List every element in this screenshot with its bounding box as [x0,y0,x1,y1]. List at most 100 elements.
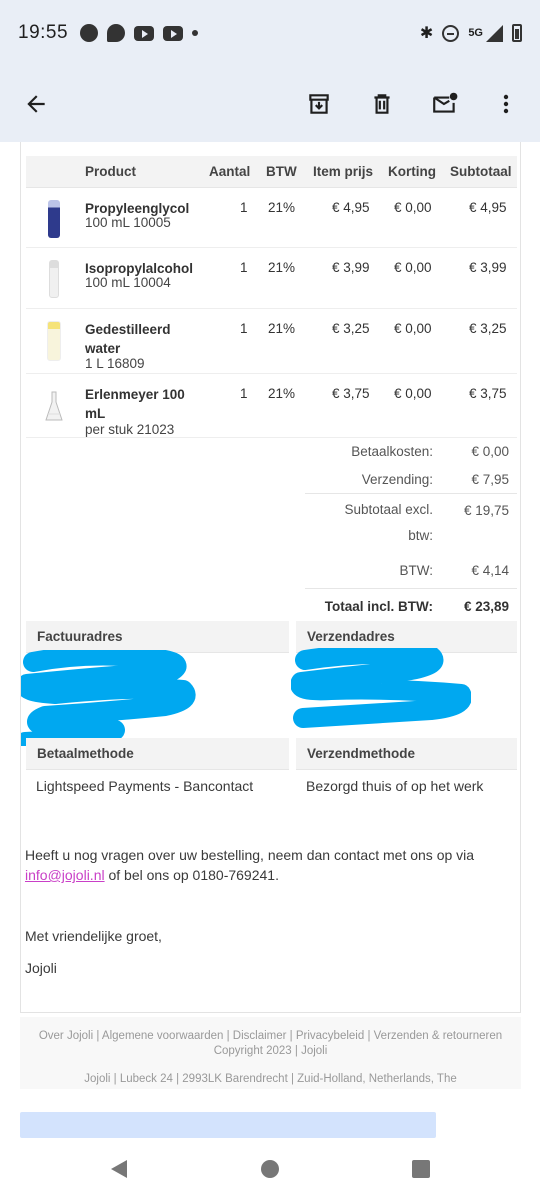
col-qty: Aantal [209,164,251,179]
col-product: Product [85,164,137,179]
product-variant: per stuk 21023 [85,422,175,437]
contact-email-link[interactable]: info@jojoli.nl [25,867,105,883]
shipping-method-heading: Verzendmethode [296,738,517,770]
item-vat: 21% [268,386,296,401]
payment-method-heading: Betaalmethode [26,738,289,770]
email-footer: Over Jojoli | Algemene voorwaarden | Dis… [20,1017,521,1089]
product-image [49,260,59,298]
nav-recents-icon[interactable] [411,1158,431,1180]
footer-link-shipping[interactable]: Verzenden & retourneren [374,1030,503,1042]
total-value: € 23,89 [463,599,509,614]
payment-method-value: Lightspeed Payments - Bancontact [36,778,254,794]
footer-link-terms[interactable]: Algemene voorwaarden [102,1030,223,1042]
dnd-icon [442,24,460,42]
system-icons: ✱ 5G [420,23,522,43]
shipping-value: € 7,95 [471,472,509,487]
item-price: € 3,75 [332,386,370,401]
footer-link-privacy[interactable]: Privacybeleid [296,1030,364,1042]
item-qty: 1 [240,260,248,275]
status-bar: 19:55 ✱ 5G [0,0,540,66]
product-variant: 1 L 16809 [85,356,145,371]
item-qty: 1 [240,386,248,401]
product-image [48,200,60,238]
table-row: Isopropylalcohol 100 mL 10004 1 21% € 3,… [26,248,517,309]
item-qty: 1 [240,321,248,336]
totals-row: Totaal incl. BTW: € 23,89 [305,588,517,622]
mark-unread-button[interactable] [425,84,465,124]
signal-icon [486,24,503,42]
messenger-icon [80,24,99,42]
bluetooth-icon: ✱ [419,25,434,42]
item-price: € 4,95 [332,200,370,215]
footer-link-about[interactable]: Over Jojoli [39,1030,93,1042]
col-subtotal: Subtotaal [450,164,512,179]
payment-costs-label: Betaalkosten: [351,444,433,459]
totals-row: Betaalkosten: € 0,00 [305,437,517,465]
table-row: Erlenmeyer 100 mL per stuk 21023 1 21% €… [26,374,517,438]
item-subtotal: € 4,95 [469,200,507,215]
questions-text: Heeft u nog vragen over uw bestelling, n… [25,845,505,885]
youtube-icon [163,25,184,41]
product-image [45,391,63,421]
back-arrow-icon [27,95,45,113]
item-vat: 21% [268,260,296,275]
item-discount: € 0,00 [394,200,432,215]
product-image [47,321,61,361]
item-price: € 3,99 [332,260,370,275]
system-nav-bar [0,1138,540,1200]
product-name: Gedestilleerd water [85,322,171,356]
back-button[interactable] [16,84,56,124]
footer-address: Jojoli | Lubeck 24 | 2993LK Barendrecht … [84,1073,457,1085]
order-table: Product Aantal BTW Item prijs Korting Su… [26,156,517,438]
questions-pre: Heeft u nog vragen over uw bestelling, n… [25,847,475,863]
shipping-label: Verzending: [361,472,433,487]
more-vert-icon [503,94,509,114]
item-vat: 21% [268,200,296,215]
email-body: Product Aantal BTW Item prijs Korting Su… [20,142,521,1013]
dot-icon [192,30,199,36]
archive-icon [309,94,329,114]
item-subtotal: € 3,75 [469,386,507,401]
product-variant: 100 mL 10005 [85,215,171,230]
battery-icon [512,24,522,42]
product-variant: 100 mL 10004 [85,275,171,290]
vat-value: € 4,14 [471,563,509,578]
questions-post: of bel ons op 0180-769241. [108,867,279,883]
item-subtotal: € 3,25 [469,321,507,336]
table-header: Product Aantal BTW Item prijs Korting Su… [26,156,517,188]
chat-icon [107,24,126,42]
item-price: € 3,25 [332,321,370,336]
item-subtotal: € 3,99 [469,260,507,275]
reply-button-bar[interactable] [20,1112,436,1138]
delete-button[interactable] [362,84,402,124]
footer-links: Over Jojoli | Algemene voorwaarden | Dis… [38,1030,503,1057]
subtotal-excl-value: € 19,75 [463,503,509,518]
youtube-icon [134,25,155,41]
status-time: 19:55 [18,22,69,43]
footer-link-disclaimer[interactable]: Disclaimer [233,1030,287,1042]
app-toolbar [0,66,540,142]
nav-home-icon[interactable] [260,1158,280,1180]
item-qty: 1 [240,200,248,215]
greeting-text: Met vriendelijke groet, [25,928,162,944]
billing-address-heading: Factuuradres [26,621,289,653]
item-discount: € 0,00 [394,321,432,336]
item-discount: € 0,00 [394,386,432,401]
item-discount: € 0,00 [394,260,432,275]
col-unit-price: Item prijs [313,164,374,179]
shipping-method-value: Bezorgd thuis of op het werk [306,778,484,794]
totals-row: Subtotaal excl. btw: € 19,75 [305,493,517,556]
notification-icons [80,24,199,42]
nav-back-icon[interactable] [108,1158,130,1180]
table-row: Propyleenglycol 100 mL 10005 1 21% € 4,9… [26,188,517,248]
redaction-scribble [291,648,471,728]
redaction-scribble [21,650,196,746]
totals-row: BTW: € 4,14 [305,556,517,588]
col-discount: Korting [388,164,436,179]
archive-button[interactable] [299,84,339,124]
more-options-button[interactable] [486,84,526,124]
product-name: Erlenmeyer 100 mL [85,387,185,421]
mark-unread-icon [433,92,458,113]
signature-text: Jojoli [25,960,57,976]
subtotal-excl-label: Subtotaal excl. btw: [344,502,433,543]
